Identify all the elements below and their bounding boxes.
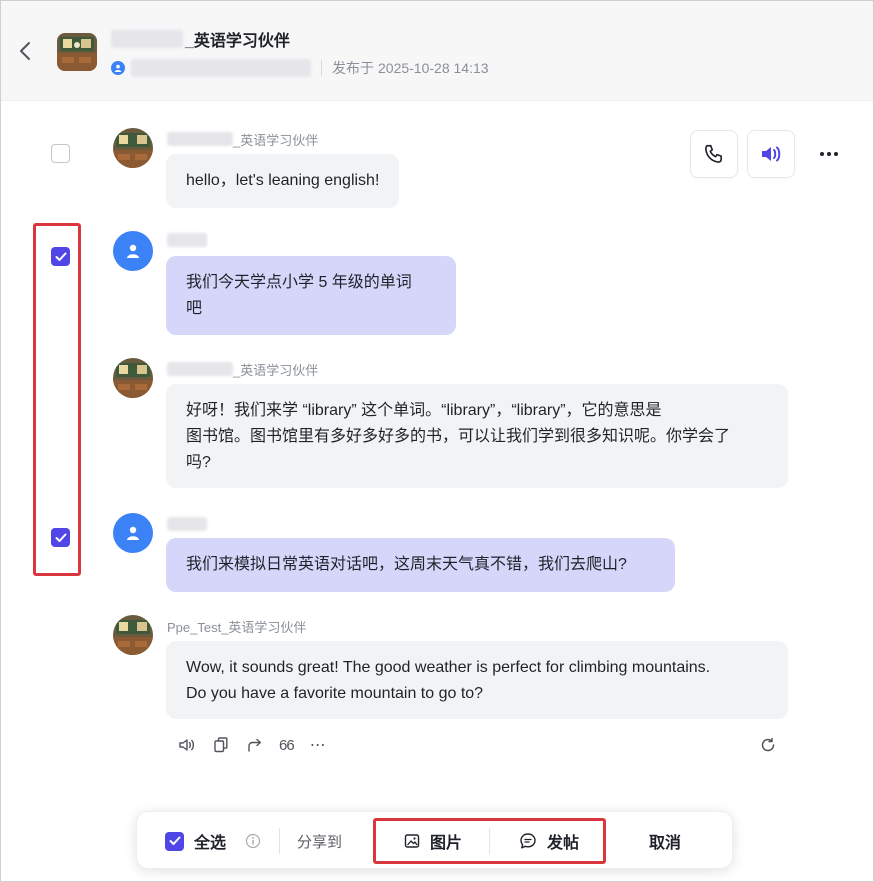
- publish-info: 发布于 2025-10-28 14:13: [111, 57, 489, 79]
- redacted-name: [167, 233, 207, 247]
- chat-share-window: _英语学习伙伴 发布于 2025-10-28 14:13 _英语学习伙伴 hel…: [0, 0, 874, 882]
- refresh-icon: [761, 737, 775, 752]
- voice-button[interactable]: [747, 130, 795, 178]
- regenerate-button[interactable]: [758, 735, 778, 755]
- sender-name: [167, 515, 207, 533]
- bot-avatar: [113, 615, 153, 655]
- speaker-icon: [179, 739, 194, 751]
- read-aloud-button[interactable]: [177, 735, 197, 755]
- message-line: Wow, it sounds great! The good weather i…: [186, 659, 711, 676]
- chevron-left-icon: [20, 42, 30, 60]
- share-to-label: 分享到: [297, 833, 343, 851]
- message-line: 图书馆。图书馆里有多好多好多的书，可以让我们学到很多知识呢。你学会了: [186, 428, 731, 445]
- call-button[interactable]: [690, 130, 738, 178]
- cancel-label: 取消: [648, 835, 681, 852]
- check-icon: [55, 533, 66, 542]
- sender-suffix: _英语学习伙伴: [233, 362, 319, 378]
- more-tools-button[interactable]: ⋯: [308, 735, 328, 755]
- share-image-button[interactable]: 图片: [383, 822, 483, 860]
- create-post-button[interactable]: 发帖: [499, 822, 599, 860]
- bot-avatar: [57, 33, 97, 71]
- more-icon: ⋯: [309, 737, 326, 754]
- cancel-button[interactable]: 取消: [625, 822, 705, 860]
- sender-name: Ppe_Test_英语学习伙伴: [167, 617, 306, 635]
- sender-suffix: _英语学习伙伴: [233, 132, 319, 148]
- user-message-bubble: 我们今天学点小学 5 年级的单词 吧: [166, 256, 456, 335]
- copy-button[interactable]: [211, 735, 231, 755]
- user-message-bubble: 我们来模拟日常英语对话吧，这周末天气真不错，我们去爬山?: [166, 538, 675, 592]
- share-icon: [248, 738, 261, 752]
- share-image-label: 图片: [429, 835, 462, 852]
- redacted-name: [167, 132, 233, 146]
- select-all-toggle[interactable]: 全选: [165, 830, 226, 852]
- separator: [321, 60, 322, 76]
- sender-full: Ppe_Test_英语学习伙伴: [167, 619, 307, 635]
- message-line: Do you have a favorite mountain to go to…: [186, 685, 484, 702]
- more-icon: [820, 152, 838, 156]
- divider: [279, 828, 280, 854]
- message-toolbar: 66 ⋯: [177, 735, 342, 755]
- phone-icon: [705, 144, 722, 163]
- message-checkbox[interactable]: [51, 144, 70, 163]
- info-icon[interactable]: [245, 833, 261, 849]
- redacted-author: [131, 59, 311, 77]
- copy-icon: [214, 737, 228, 753]
- divider: [489, 828, 490, 854]
- selection-highlight: [33, 223, 81, 576]
- speaker-icon: [762, 146, 781, 162]
- quote-icon: 66: [279, 736, 295, 754]
- check-icon: [169, 836, 180, 845]
- message-checkbox-checked[interactable]: [51, 528, 70, 547]
- redacted-name: [167, 362, 233, 376]
- check-icon: [55, 252, 66, 261]
- chat-bubble-icon: [520, 833, 536, 849]
- message-checkbox-checked[interactable]: [51, 247, 70, 266]
- message-line: 吧: [186, 300, 203, 317]
- user-icon: [127, 244, 139, 258]
- bot-avatar: [113, 358, 153, 398]
- header: _英语学习伙伴 发布于 2025-10-28 14:13: [1, 1, 873, 101]
- back-button[interactable]: [11, 37, 39, 65]
- conversation-title: _英语学习伙伴: [111, 28, 290, 50]
- title-suffix: _英语学习伙伴: [185, 33, 290, 50]
- redacted-name: [111, 30, 183, 48]
- user-avatar: [113, 231, 153, 271]
- share-action-bar: 全选 分享到 图片 发帖 取消: [136, 811, 733, 869]
- message-line: 好呀！我们来学 “library” 这个单词。“library”，“librar…: [186, 402, 662, 419]
- image-icon: [404, 834, 420, 848]
- share-button[interactable]: [245, 735, 265, 755]
- bot-avatar: [113, 128, 153, 168]
- create-post-label: 发帖: [546, 835, 579, 852]
- select-all-checkbox[interactable]: [165, 831, 184, 851]
- quote-button[interactable]: 66: [279, 735, 295, 755]
- message-text: 我们来模拟日常英语对话吧，这周末天气真不错，我们去爬山?: [186, 556, 627, 573]
- published-time: 2025-10-28 14:13: [378, 60, 489, 76]
- user-avatar: [113, 513, 153, 553]
- sender-name: _英语学习伙伴: [167, 360, 318, 378]
- sender-name: _英语学习伙伴: [167, 130, 318, 148]
- sender-name: [167, 231, 207, 249]
- user-icon: [127, 526, 139, 540]
- message-line: 我们今天学点小学 5 年级的单词: [186, 274, 412, 291]
- redacted-name: [167, 517, 207, 531]
- published-prefix: 发布于: [332, 60, 374, 76]
- more-button[interactable]: [805, 130, 853, 178]
- bot-message-bubble: Wow, it sounds great! The good weather i…: [166, 641, 788, 719]
- bot-message-bubble: hello，let's leaning english!: [166, 154, 400, 208]
- user-icon: [111, 61, 125, 75]
- message-text: hello，let's leaning english!: [186, 172, 380, 189]
- bot-message-bubble: 好呀！我们来学 “library” 这个单词。“library”，“librar…: [166, 384, 788, 488]
- message-line: 吗?: [186, 454, 211, 471]
- select-all-label: 全选: [194, 835, 227, 852]
